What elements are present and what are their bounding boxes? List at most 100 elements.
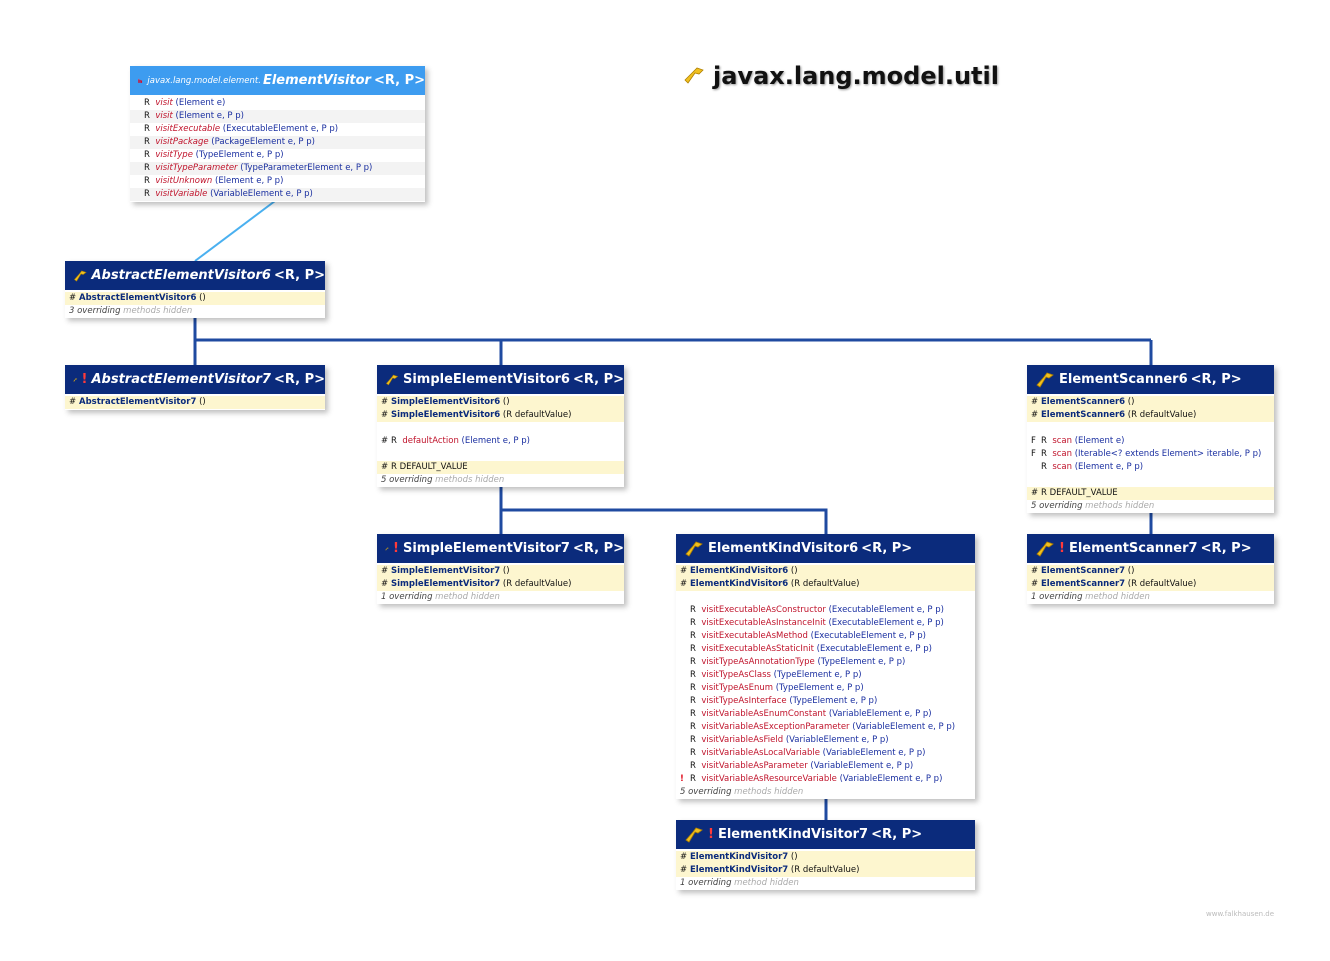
package-title: javax.lang.model.util [683,62,999,90]
watermark: www.falkhausen.de [1206,910,1275,918]
class-generics: <R, P> [572,541,624,556]
sev7-header: ! SimpleElementVisitor7 <R, P> [377,534,624,563]
method-row: R visitVariable (VariableElement e, P p) [130,188,425,201]
class-generics: <R, P> [572,372,624,387]
warning-icon: ! [708,827,714,842]
simple-element-visitor6-class[interactable]: SimpleElementVisitor6 <R, P> # SimpleElem… [377,365,624,487]
extends-line-aev6 [193,316,1151,342]
class-name: AbstractElementVisitor6 [91,268,271,283]
class-name: ElementKindVisitor7 [717,827,869,842]
method-row: R visitType (TypeElement e, P p) [144,150,284,160]
es7-header: ! ElementScanner7 <R, P> [1027,534,1274,563]
field-row: # R DEFAULT_VALUE [377,461,624,474]
method-row: R visitVariableAsParameter (VariableElem… [690,761,914,771]
class-generics: <R, P> [273,372,325,387]
warning-icon: ! [393,541,399,556]
constructor-row: # SimpleElementVisitor6 (R defaultValue) [377,409,624,422]
hammer-icon [74,270,87,281]
element-scanner6-class[interactable]: ElementScanner6 <R, P> # ElementScanner6 … [1027,365,1274,513]
interface-generics: <R, P> [373,73,425,88]
es6-header: ElementScanner6 <R, P> [1027,365,1274,394]
field-row: # R DEFAULT_VALUE [1027,487,1274,500]
class-name: ElementKindVisitor6 [708,541,859,556]
method-row: R visitTypeAsAnnotationType (TypeElement… [690,657,906,667]
class-generics: <R, P> [1190,372,1242,387]
element-visitor-header: javax.lang.model.element. ElementVisitor… [130,66,425,95]
hammer-icon [684,67,704,84]
warning-icon: ! [1059,541,1065,556]
implements-line [194,197,280,262]
warning-icon: ! [81,372,88,387]
constructor-row: # ElementScanner6 () [1027,396,1274,409]
method-row: R visitExecutable (ExecutableElement e, … [144,124,339,134]
ekv6-header: ElementKindVisitor6 <R, P> [676,534,975,563]
class-generics: <R, P> [861,541,913,556]
constructor-row: # ElementKindVisitor7 () [676,851,975,864]
method-row: # R defaultAction (Element e, P p) [381,436,530,446]
interface-name: ElementVisitor [262,73,371,88]
method-row: R visitTypeParameter (TypeParameterEleme… [130,162,425,175]
interface-method-list: R visit (Element e) R visit (Element e, P… [130,95,425,202]
aev6-header: AbstractElementVisitor6 <R, P> [65,261,325,290]
constructor-row: # AbstractElementVisitor6 () [65,292,325,305]
method-row: R scan (Element e, P p) [1041,462,1144,472]
method-row: R visitExecutableAsConstructor (Executab… [690,605,944,615]
hidden-methods-note: 1 overriding method hidden [1031,592,1150,602]
constructor-row: # ElementKindVisitor6 (R defaultValue) [676,578,975,591]
method-row: R visitTypeAsClass (TypeElement e, P p) [690,670,862,680]
class-generics: <R, P> [273,268,325,283]
method-row: R visitExecutableAsInstanceInit (Executa… [690,618,944,628]
class-name: SimpleElementVisitor7 [402,541,570,556]
hidden-methods-note: 5 overriding methods hidden [1031,501,1155,511]
constructor-row: # ElementKindVisitor7 (R defaultValue) [676,864,975,877]
hidden-methods-note: 5 overriding methods hidden [381,475,505,485]
class-name: SimpleElementVisitor6 [402,372,570,387]
simple-element-visitor7-class[interactable]: ! SimpleElementVisitor7 <R, P> # SimpleEl… [377,534,624,604]
method-row: R visitVariableAsExceptionParameter (Var… [690,722,956,732]
method-row: R visitVariableAsLocalVariable (Variable… [690,748,926,758]
method-row: FR scan (Element e) [1031,436,1125,446]
element-visitor-interface[interactable]: javax.lang.model.element. ElementVisitor… [130,66,425,202]
element-kind-visitor7-class[interactable]: ! ElementKindVisitor7 <R, P> # ElementKin… [676,820,975,890]
package-title-text: javax.lang.model.util [713,62,999,90]
element-kind-visitor6-class[interactable]: ElementKindVisitor6 <R, P> # ElementKindV… [676,534,975,799]
hammer-icon [685,827,703,843]
hammer-icon [1036,541,1054,557]
hammer-icon [685,541,703,557]
interface-icon [138,78,143,83]
class-name: AbstractElementVisitor7 [91,372,271,387]
hidden-methods-note: 3 overriding methods hidden [69,306,193,316]
method-row: R visitExecutableAsMethod (ExecutableEle… [690,631,926,641]
hammer-icon [1036,372,1054,388]
hammer-icon [385,547,389,551]
method-row: R visitVariableAsEnumConstant (VariableE… [690,709,932,719]
method-row: R visitPackage (PackageElement e, P p) [130,136,425,149]
method-row: R visitTypeAsEnum (TypeElement e, P p) [690,683,864,693]
constructor-row: # SimpleElementVisitor7 (R defaultValue) [377,578,624,591]
constructor-row: # ElementScanner7 () [1027,565,1274,578]
method-row: FR scan (Iterable<? extends Element> ite… [1031,449,1262,459]
method-row: R visitVariableAsField (VariableElement … [690,735,889,745]
class-generics: <R, P> [871,827,923,842]
hidden-methods-note: 5 overriding methods hidden [680,787,804,797]
element-scanner7-class[interactable]: ! ElementScanner7 <R, P> # ElementScanner… [1027,534,1274,604]
method-row: R visitTypeAsInterface (TypeElement e, P… [690,696,878,706]
ekv7-header: ! ElementKindVisitor7 <R, P> [676,820,975,849]
constructor-row: # SimpleElementVisitor7 () [377,565,624,578]
hammer-icon [385,374,399,385]
hidden-methods-note: 1 overriding method hidden [680,878,799,888]
interface-package: javax.lang.model.element. [147,75,261,86]
hidden-methods-note: 1 overriding method hidden [381,592,500,602]
constructor-row: # ElementScanner7 (R defaultValue) [1027,578,1274,591]
sev6-header: SimpleElementVisitor6 <R, P> [377,365,624,394]
method-row: R visit (Element e) [144,98,226,108]
abstract-element-visitor7-class[interactable]: ! AbstractElementVisitor7 <R, P> # Abstra… [65,365,325,410]
constructor-row: # SimpleElementVisitor6 () [377,396,624,409]
method-row: R visitUnknown (Element e, P p) [144,176,284,186]
abstract-element-visitor6-class[interactable]: AbstractElementVisitor6 <R, P> # Abstract… [65,261,325,318]
constructor-row: # ElementScanner6 (R defaultValue) [1027,409,1274,422]
method-row: R visit (Element e, P p) [130,110,425,123]
class-name: ElementScanner7 [1068,541,1198,556]
aev7-header: ! AbstractElementVisitor7 <R, P> [65,365,325,394]
extends-line-sev6-children [499,485,828,535]
